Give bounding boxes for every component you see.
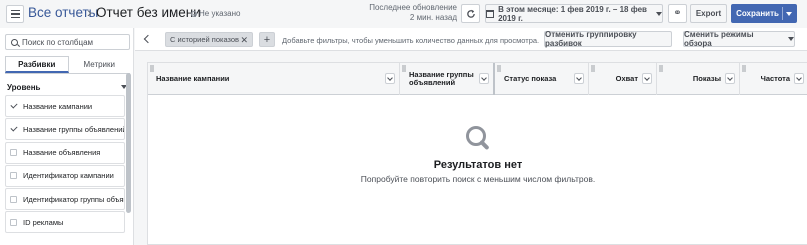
breakdown-item-label: Название объявления <box>23 148 101 158</box>
column-header-campaign-name[interactable]: Название кампании <box>148 63 400 95</box>
close-icon[interactable]: ✕ <box>240 35 248 46</box>
cancel-grouping-button[interactable]: Отменить группировку разбивок <box>544 30 672 48</box>
empty-state-title: Результатов нет <box>433 159 523 171</box>
chevron-down-icon[interactable] <box>642 73 652 84</box>
breakdown-item-campaign-name[interactable]: Название кампании <box>5 95 125 117</box>
search-icon <box>11 38 18 46</box>
change-view-modes-label: Сменить режимы обзора <box>684 30 754 48</box>
column-header-label: Показы <box>692 73 721 83</box>
chevron-down-icon[interactable] <box>479 73 489 84</box>
save-button[interactable]: Сохранить <box>731 4 797 23</box>
chevron-down-icon <box>788 37 794 41</box>
calendar-icon <box>486 9 495 18</box>
save-status: Не указано <box>191 9 240 18</box>
checkbox-checked-icon[interactable] <box>10 126 17 133</box>
last-updated: Последнее обновление 2 мин. назад <box>369 3 457 23</box>
checkbox-icon[interactable] <box>10 195 17 203</box>
column-header-label: Название кампании <box>156 73 230 83</box>
change-view-modes-button[interactable]: Сменить режимы обзора <box>683 30 795 48</box>
level-section-header[interactable]: Уровень <box>5 80 130 94</box>
column-header-delivery-status[interactable]: Статус показа <box>495 63 589 95</box>
add-filter-button[interactable]: + <box>259 32 275 47</box>
column-header-label: Статус показа <box>504 73 557 83</box>
drag-handle-icon[interactable] <box>497 65 501 72</box>
level-label: Уровень <box>7 82 41 92</box>
filter-chip-label: С историей показов <box>170 35 240 44</box>
refresh-icon <box>466 9 475 18</box>
drag-handle-icon[interactable] <box>591 65 595 72</box>
chevron-down-icon[interactable] <box>794 73 804 84</box>
breakdown-item-label: Идентификатор группы объяв... <box>23 194 125 204</box>
checkbox-icon[interactable] <box>10 218 17 226</box>
breakdown-item-adset-id[interactable]: Идентификатор группы объяв... <box>5 188 125 211</box>
filter-hint[interactable]: Добавьте фильтры, чтобы уменьшить количе… <box>282 36 539 45</box>
save-split-divider <box>782 7 783 20</box>
column-header-label: Охват <box>615 73 638 83</box>
tab-breakdowns[interactable]: Разбивки <box>5 56 69 73</box>
empty-state: Результатов нет Попробуйте повторить пои… <box>148 125 807 184</box>
share-link-button[interactable]: ⚭ <box>668 4 687 23</box>
filter-chip[interactable]: С историей показов ✕ <box>165 32 253 47</box>
refresh-button[interactable] <box>461 4 480 23</box>
save-options-chevron-icon[interactable] <box>785 11 792 16</box>
breakdown-item-label: Идентификатор кампании <box>23 171 114 181</box>
column-header-adset-name[interactable]: Название группы объявлений <box>400 63 495 95</box>
drag-handle-icon[interactable] <box>659 65 663 72</box>
tab-metrics[interactable]: Метрики <box>69 56 131 73</box>
breakdown-item-label: ID рекламы <box>23 217 64 227</box>
last-updated-label: Последнее обновление <box>369 3 457 12</box>
check-circle-icon <box>191 10 197 17</box>
save-button-label: Сохранить <box>736 9 779 18</box>
menu-icon[interactable] <box>6 5 24 23</box>
breakdown-item-ad-id[interactable]: ID рекламы <box>5 211 125 234</box>
date-range-picker[interactable]: В этом месяце: 1 фев 2019 г. – 18 фев 20… <box>485 4 663 23</box>
column-header-label: Частота <box>760 73 790 83</box>
breakdown-item-label: Название группы объявлений <box>23 124 125 134</box>
panel-tabs: Разбивки Метрики <box>5 56 130 74</box>
search-icon <box>465 125 491 151</box>
checkbox-icon[interactable] <box>10 149 17 157</box>
checkbox-icon[interactable] <box>10 172 17 180</box>
chevron-down-icon <box>656 11 662 16</box>
chevron-left-icon[interactable] <box>141 33 152 45</box>
column-header-impressions[interactable]: Показы <box>657 63 740 95</box>
column-header-reach[interactable]: Охват <box>589 63 657 95</box>
report-table: Название кампании Название группы объявл… <box>147 62 807 245</box>
column-search[interactable] <box>5 34 130 50</box>
drag-handle-icon[interactable] <box>150 65 154 72</box>
drag-handle-icon[interactable] <box>742 65 746 72</box>
date-range-label: В этом месяце: 1 фев 2019 г. – 18 фев 20… <box>498 4 647 23</box>
checkbox-checked-icon[interactable] <box>10 103 17 110</box>
breadcrumb-separator: › <box>87 4 92 20</box>
column-search-input[interactable] <box>22 37 122 47</box>
breakdown-item-campaign-id[interactable]: Идентификатор кампании <box>5 164 125 187</box>
column-header-label: Название группы объявлений <box>409 69 474 87</box>
link-icon: ⚭ <box>673 8 682 19</box>
breakdown-item-label: Название кампании <box>23 101 93 111</box>
last-updated-time: 2 мин. назад <box>409 13 457 22</box>
chevron-down-icon[interactable] <box>725 73 735 84</box>
breakdown-list: Название кампании Название группы объявл… <box>5 95 125 235</box>
drag-handle-icon[interactable] <box>402 65 406 72</box>
export-button[interactable]: Export <box>690 4 727 23</box>
empty-state-subtitle: Попробуйте повторить поиск с меньшим чис… <box>360 174 596 184</box>
column-header-frequency[interactable]: Частота <box>740 63 807 95</box>
page-title[interactable]: Отчет без имени <box>96 5 201 20</box>
chevron-down-icon[interactable] <box>385 73 395 84</box>
chevron-down-icon[interactable] <box>574 73 584 84</box>
breakdown-item-adset-name[interactable]: Название группы объявлений <box>5 118 125 141</box>
panel-scrollbar[interactable] <box>126 73 131 213</box>
table-header: Название кампании Название группы объявл… <box>148 63 807 95</box>
breakdown-item-ad-name[interactable]: Название объявления <box>5 141 125 164</box>
save-status-text: Не указано <box>199 9 241 18</box>
